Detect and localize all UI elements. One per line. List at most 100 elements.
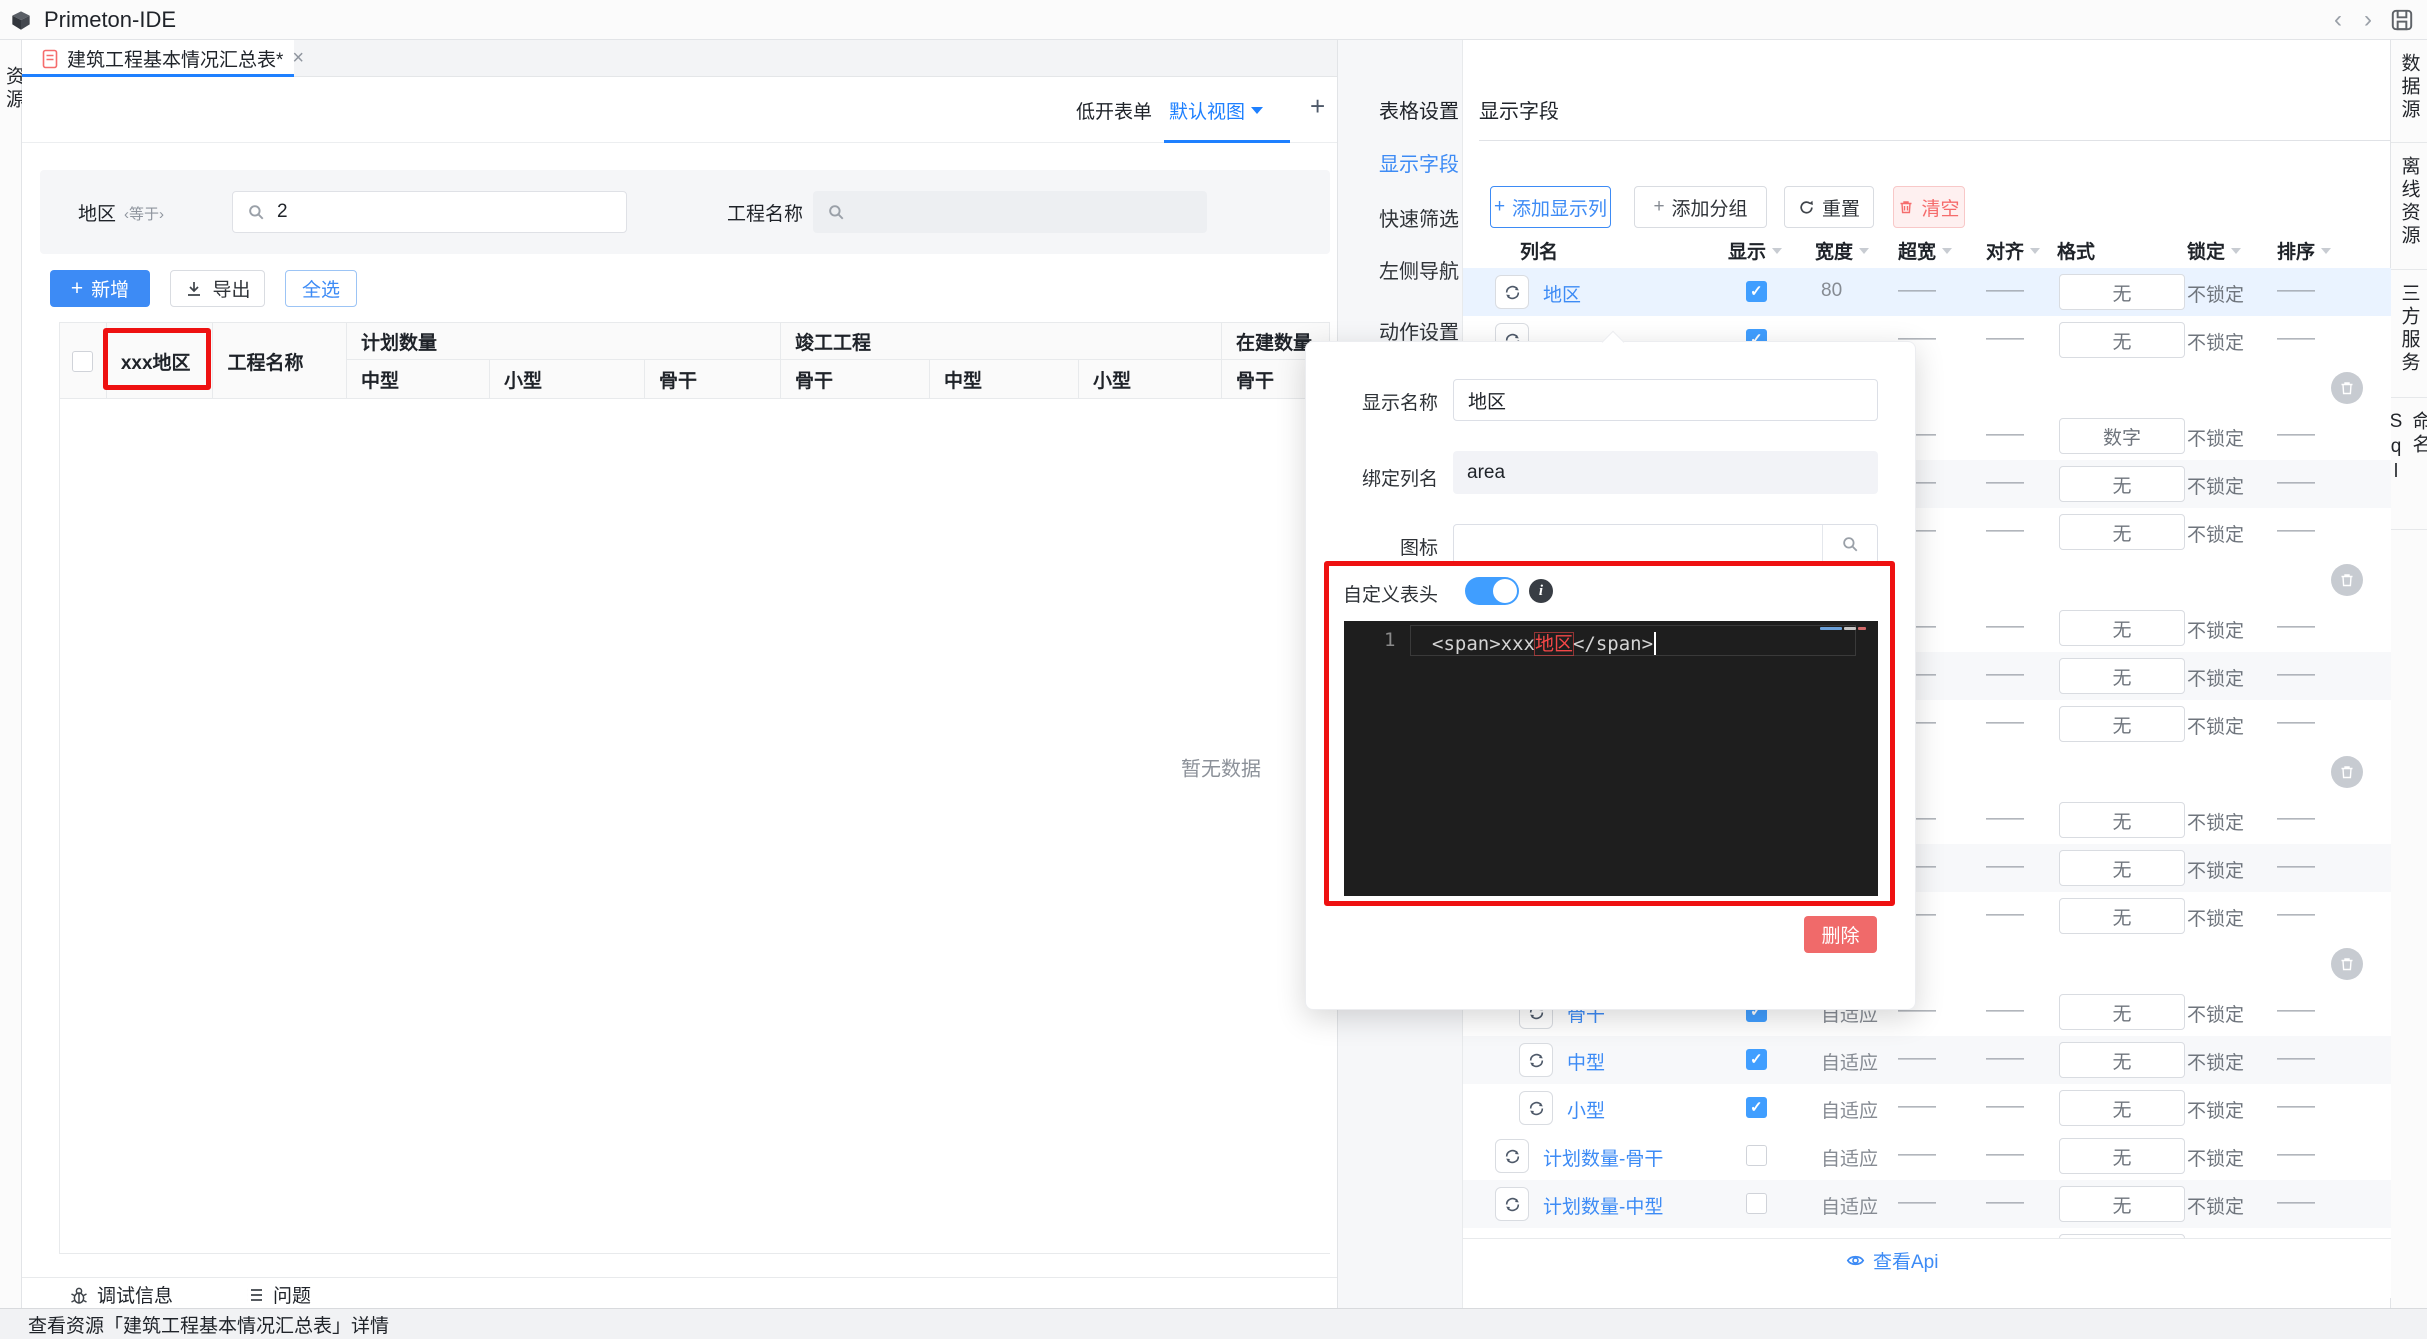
nav-back-icon[interactable]: ‹ [2323,6,2353,34]
main-header-subcolumn[interactable]: 小型 [490,360,645,398]
delete-group-icon[interactable] [2331,564,2363,596]
delete-group-icon[interactable] [2331,756,2363,788]
field-lock-value[interactable]: 不锁定 [2187,616,2244,643]
clear-button[interactable]: 清空 [1893,186,1965,228]
field-format-button[interactable]: 无 [2059,850,2185,886]
custom-header-toggle[interactable] [1465,577,1519,605]
sort-caret-icon[interactable] [1772,247,1783,254]
area-filter-operator[interactable]: ‹等于› [124,203,164,224]
field-lock-value[interactable]: 不锁定 [2187,904,2244,931]
field-format-button[interactable]: 无 [2059,1090,2185,1126]
field-lock-value[interactable]: 不锁定 [2187,520,2244,547]
field-lock-value[interactable]: 不锁定 [2187,280,2244,307]
field-lock-value[interactable]: 不锁定 [2187,1048,2244,1075]
main-header-subcolumn[interactable]: 中型 [930,360,1079,398]
field-row[interactable]: 计划数量-骨干 自适应 —— —— 无不锁定 —— [1463,1132,2391,1180]
field-row[interactable]: 中型 自适应 —— —— 无不锁定 —— [1463,1036,2391,1084]
field-format-button[interactable]: 无 [2059,658,2185,694]
reset-button[interactable]: 重置 [1784,186,1874,228]
tab-close-icon[interactable]: × [292,47,304,70]
settings-nav-item-left-navigation[interactable]: 左侧导航 [1379,255,1459,283]
view-tab-default[interactable]: 默认视图 [1169,97,1264,124]
tab-summary-table[interactable]: 建筑工程基本情况汇总表* × [22,40,304,77]
field-format-button[interactable]: 无 [2059,1186,2185,1222]
add-record-button[interactable]: + 新增 [50,270,150,307]
right-rail-item-named-sql[interactable]: 命名Sql [2386,398,2427,530]
field-format-button[interactable]: 无 [2059,466,2185,502]
field-name-link[interactable]: 小型 [1567,1096,1605,1123]
delete-button[interactable]: 删除 [1804,916,1877,953]
field-format-button[interactable]: 无 [2059,610,2185,646]
field-format-button[interactable]: 无 [2059,1042,2185,1078]
main-header-subcolumn[interactable]: 中型 [347,360,490,398]
field-lock-value[interactable]: 不锁定 [2187,1096,2244,1123]
field-format-button[interactable]: 无 [2059,274,2185,310]
main-header-subcolumn[interactable]: 骨干 [781,360,930,398]
field-visible-checkbox[interactable] [1746,1049,1767,1070]
icon-search-button[interactable] [1822,525,1877,563]
chevron-down-icon[interactable] [1251,107,1264,114]
project-search-input[interactable] [813,191,1207,233]
display-name-input[interactable]: 地区 [1453,379,1878,421]
field-lock-value[interactable]: 不锁定 [2187,1144,2244,1171]
field-row[interactable]: 无 [1463,1228,2391,1238]
save-icon[interactable] [2389,7,2415,33]
swap-column-icon[interactable] [1495,1187,1529,1221]
sort-caret-icon[interactable] [1942,247,1953,254]
main-header-subcolumn[interactable]: 小型 [1079,360,1222,398]
field-lock-value[interactable]: 不锁定 [2187,856,2244,883]
custom-header-code-editor[interactable]: 1 <span>xxx地区</span> [1344,621,1878,896]
fields-header-lock[interactable]: 锁定 [2187,237,2242,264]
add-group-button[interactable]: + 添加分组 [1634,186,1767,228]
add-display-column-button[interactable]: + 添加显示列 [1490,186,1611,228]
field-row[interactable]: 计划数量-中型 自适应 —— —— 无不锁定 —— [1463,1180,2391,1228]
fields-header-align[interactable]: 对齐 [1986,237,2041,264]
field-format-button[interactable]: 无 [2059,994,2185,1030]
main-header-project-cell[interactable]: 工程名称 [213,323,347,399]
field-format-button[interactable]: 无 [2059,1138,2185,1174]
right-rail-item-data-sources[interactable]: 数据源 [2391,40,2427,143]
field-lock-value[interactable]: 不锁定 [2187,328,2244,355]
delete-group-icon[interactable] [2331,948,2363,980]
field-lock-value[interactable]: 不锁定 [2187,712,2244,739]
field-lock-value[interactable]: 不锁定 [2187,1192,2244,1219]
swap-column-icon[interactable] [1495,275,1529,309]
export-button[interactable]: 导出 [170,270,265,307]
sort-caret-icon[interactable] [2321,247,2332,254]
icon-input[interactable] [1453,524,1878,564]
field-row[interactable]: 地区 80 —— —— 无不锁定 —— [1463,268,2391,316]
sort-caret-icon[interactable] [2030,247,2041,254]
field-format-button[interactable]: 无 [2059,706,2185,742]
swap-column-icon[interactable] [1519,1043,1553,1077]
main-header-subcolumn[interactable]: 骨干 [645,360,781,398]
field-lock-value[interactable]: 不锁定 [2187,808,2244,835]
field-visible-checkbox[interactable] [1746,281,1767,302]
settings-nav-item-action-settings[interactable]: 动作设置 [1379,316,1459,344]
swap-column-icon[interactable] [1519,1091,1553,1125]
field-format-button[interactable]: 无 [2059,898,2185,934]
field-visible-checkbox[interactable] [1746,1145,1767,1166]
nav-forward-icon[interactable]: › [2353,6,2383,34]
field-lock-value[interactable]: 不锁定 [2187,472,2244,499]
info-icon[interactable]: i [1529,579,1553,603]
field-visible-checkbox[interactable] [1746,1193,1767,1214]
field-lock-value[interactable]: 不锁定 [2187,1000,2244,1027]
right-rail-item-offline-resources[interactable]: 离线资源 [2391,143,2427,270]
field-format-button[interactable]: 数字 [2059,418,2185,454]
settings-nav-item-quick-filter[interactable]: 快速筛选 [1379,203,1459,231]
main-header-area-cell[interactable]: xxx地区 [107,323,214,399]
delete-group-icon[interactable] [2331,372,2363,404]
field-name-link[interactable]: 计划数量-中型 [1543,1192,1663,1219]
field-format-button[interactable]: 无 [2059,514,2185,550]
field-format-button[interactable]: 无 [2059,322,2185,358]
field-lock-value[interactable]: 不锁定 [2187,424,2244,451]
settings-nav-item-display-fields[interactable]: 显示字段 [1379,148,1459,176]
problems-button[interactable]: 问题 [245,1281,311,1308]
field-row[interactable]: 小型 自适应 —— —— 无不锁定 —— [1463,1084,2391,1132]
field-name-link[interactable]: 地区 [1543,280,1581,307]
add-view-button[interactable]: + [1310,91,1325,122]
right-rail-item-third-party-services[interactable]: 三方服务 [2391,270,2427,398]
fields-header-visible[interactable]: 显示 [1728,237,1783,264]
view-api-link[interactable]: 查看Api [1846,1247,1938,1274]
swap-column-icon[interactable] [1495,1139,1529,1173]
